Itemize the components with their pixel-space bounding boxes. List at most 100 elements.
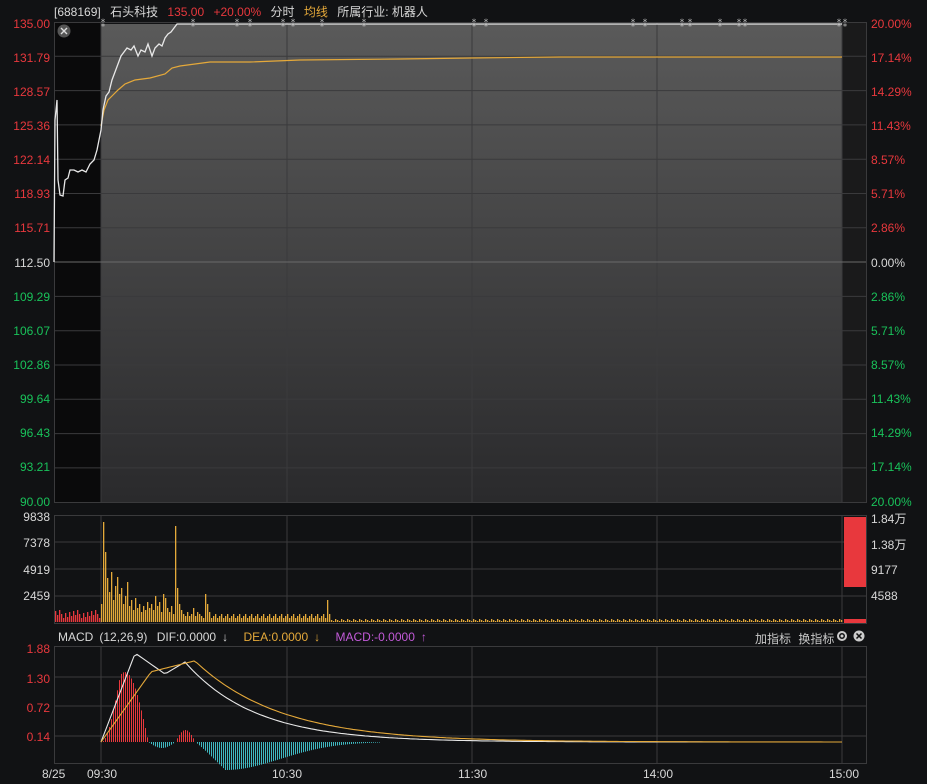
macd-bar xyxy=(283,742,284,758)
volume-bar xyxy=(555,621,557,622)
volume-bar xyxy=(653,619,655,622)
trade-marker: ⁑ xyxy=(718,18,723,30)
volume-bar xyxy=(477,621,479,622)
macd-bar xyxy=(377,742,378,743)
volume-bar xyxy=(299,614,301,622)
volume-bar xyxy=(503,619,505,622)
volume-bar xyxy=(231,616,233,622)
volume-bar xyxy=(673,620,675,622)
volume-bar xyxy=(631,620,633,622)
volume-bar xyxy=(453,621,455,622)
close-macd-icon[interactable] xyxy=(853,630,865,642)
trade-marker: ⁑ xyxy=(843,18,848,30)
volume-bar xyxy=(69,612,71,622)
volume-bar xyxy=(481,620,483,622)
volume-bar xyxy=(411,621,413,622)
macd-bar xyxy=(163,742,164,748)
macd-bar xyxy=(243,742,244,769)
macd-bar xyxy=(217,742,218,763)
volume-bar xyxy=(109,592,111,622)
volume-bar xyxy=(509,619,511,622)
volume-bar xyxy=(101,604,103,622)
volume-bar xyxy=(767,619,769,622)
volume-bar xyxy=(839,619,841,622)
volume-bar xyxy=(135,598,137,622)
volume-bar xyxy=(641,619,643,622)
volume-bar xyxy=(125,596,127,622)
volume-bar xyxy=(627,621,629,622)
volume-bar xyxy=(329,614,331,622)
volume-bar xyxy=(161,612,163,622)
volume-bar xyxy=(291,616,293,622)
volume-bar xyxy=(139,604,141,622)
macd-bar xyxy=(345,742,346,745)
volume-bar xyxy=(275,614,277,622)
macd-bar xyxy=(315,742,316,750)
volume-bar xyxy=(325,618,327,622)
volume-bars xyxy=(55,517,866,623)
close-icon[interactable] xyxy=(57,24,71,38)
volume-bar xyxy=(359,619,361,622)
volume-bar xyxy=(413,619,415,622)
macd-bar xyxy=(353,742,354,744)
volume-bar xyxy=(601,620,603,622)
volume-bar xyxy=(541,620,543,622)
volume-bar xyxy=(529,620,531,622)
volume-bar xyxy=(215,614,217,622)
volume-bar xyxy=(419,619,421,622)
macd-bar xyxy=(369,742,370,743)
volume-bar xyxy=(77,610,79,622)
volume-bar xyxy=(753,621,755,622)
trade-marker: ⁑ xyxy=(281,18,286,30)
macd-bar xyxy=(259,742,260,766)
volume-bar xyxy=(723,621,725,622)
volume-bar xyxy=(439,620,441,622)
volume-bar xyxy=(473,619,475,622)
volume-bar xyxy=(403,620,405,622)
macd-bar xyxy=(269,742,270,763)
trade-marker: ⁑ xyxy=(472,18,477,30)
volume-bar xyxy=(523,620,525,622)
macd-bar xyxy=(207,742,208,753)
volume-bar xyxy=(811,620,813,622)
volume-bar xyxy=(193,608,195,622)
trade-marker: ⁑ xyxy=(101,18,106,30)
volume-bar xyxy=(455,619,457,622)
macd-bar xyxy=(221,742,222,767)
volume-bar xyxy=(379,620,381,622)
gear-icon[interactable] xyxy=(837,631,847,641)
macd-bar xyxy=(371,742,372,743)
macd-bar xyxy=(331,742,332,747)
macd-bar xyxy=(339,742,340,746)
volume-bar xyxy=(447,621,449,622)
macd-bar xyxy=(153,742,154,746)
volume-bar xyxy=(793,620,795,622)
volume-bar xyxy=(263,614,265,622)
volume-bar xyxy=(435,621,437,622)
volume-bar xyxy=(227,614,229,622)
volume-bar xyxy=(141,612,143,622)
volume-bar xyxy=(463,620,465,622)
volume-bar xyxy=(619,620,621,622)
macd-bar xyxy=(103,741,104,742)
macd-bar xyxy=(105,738,106,742)
volume-bar xyxy=(81,618,83,622)
volume-bar xyxy=(625,620,627,622)
volume-bar xyxy=(425,619,427,622)
macd-bar xyxy=(191,734,192,742)
volume-bar xyxy=(519,621,521,622)
volume-bar xyxy=(361,620,363,622)
volume-bar xyxy=(781,620,783,622)
volume-bar xyxy=(157,606,159,622)
volume-bar xyxy=(745,620,747,622)
macd-bar xyxy=(161,742,162,748)
volume-bar xyxy=(563,619,565,622)
volume-bar xyxy=(271,618,273,622)
macd-bar xyxy=(245,742,246,769)
volume-bar xyxy=(149,608,151,622)
volume-bar xyxy=(175,526,177,622)
trade-marker: ⁑ xyxy=(680,18,685,30)
volume-bar xyxy=(651,621,653,622)
volume-bar xyxy=(743,619,745,622)
volume-bar xyxy=(617,619,619,622)
